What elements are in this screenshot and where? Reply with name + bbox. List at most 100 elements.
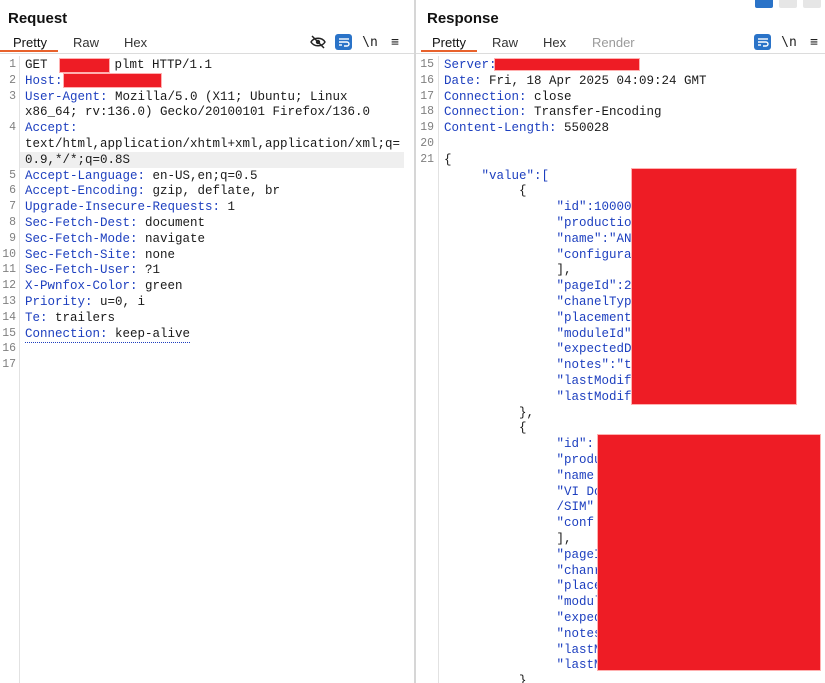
code-text: "place <box>444 578 602 594</box>
tab-hex[interactable]: Hex <box>543 35 566 50</box>
newline-toggle[interactable]: \n <box>361 33 379 51</box>
header-value: "id": <box>444 437 595 452</box>
layout-single-icon[interactable] <box>803 0 821 8</box>
line-number: 11 <box>2 263 16 277</box>
header-value: } <box>444 674 527 683</box>
header-value: none <box>137 247 176 262</box>
code-text: }, <box>444 405 534 421</box>
header-value: 550028 <box>556 121 610 136</box>
hide-eye-icon[interactable] <box>309 33 327 51</box>
header-name: Sec-Fetch-Mode: <box>25 231 138 246</box>
code-text: "conf <box>444 515 595 531</box>
line-number: 18 <box>420 105 434 119</box>
code-line: 3 User-Agent: Mozilla/5.0 (X11; Ubuntu; L… <box>0 89 414 105</box>
header-value: 0.9,*/*;q=0.8S <box>25 152 131 167</box>
line-number: 7 <box>9 200 16 214</box>
code-text: text/html,application/xhtml+xml,applicat… <box>25 136 400 152</box>
code-text: X-Pwnfox-Color: green <box>25 278 183 294</box>
response-title: Response <box>427 10 499 27</box>
code-text: "configura <box>444 247 632 263</box>
header-name: Connection: <box>444 89 527 104</box>
code-line: 8 Sec-Fetch-Dest: document <box>0 215 414 231</box>
code-text: "name <box>444 468 595 484</box>
tab-pretty[interactable]: Pretty <box>432 35 466 50</box>
header-name: Accept-Encoding: <box>25 184 146 199</box>
header-name: Server: <box>444 58 497 72</box>
code-line: 0.9,*/*;q=0.8S <box>0 152 414 168</box>
code-line: 17 <box>0 357 414 373</box>
header-value: "chanr <box>444 563 602 578</box>
header-name: Date: <box>444 73 482 88</box>
line-number: 13 <box>2 295 16 308</box>
line-number: 16 <box>2 342 16 356</box>
header-value: "lastModif <box>444 389 632 404</box>
code-line: 11 Sec-Fetch-User: ?1 <box>0 262 414 278</box>
header-value: en-US,en;q=0.5 <box>145 168 258 183</box>
code-text: ], <box>444 531 572 547</box>
code-text: "moduleId" <box>444 326 632 342</box>
header-value: "id":10000 <box>444 200 632 215</box>
menu-icon[interactable]: ≡ <box>805 33 823 51</box>
menu-icon[interactable]: ≡ <box>386 33 404 51</box>
code-text: "chanr <box>444 563 602 579</box>
line-number: 6 <box>9 184 16 198</box>
header-name: Content-Length: <box>444 121 557 136</box>
header-value: "exped <box>444 611 602 625</box>
header-value: Mozilla/5.0 (X11; Ubuntu; Linux <box>107 89 348 104</box>
line-number: 21 <box>420 152 434 166</box>
request-editor[interactable]: 1 GET plmt HTTP/1.1 2 Host: 3 User-Agent: Mo… <box>0 56 414 683</box>
header-name: Connection: <box>25 326 108 341</box>
header-name: Sec-Fetch-Site: <box>25 247 138 262</box>
redaction-box <box>494 58 640 71</box>
code-text: /SIM" <box>444 499 595 515</box>
newline-toggle[interactable]: \n <box>780 33 798 51</box>
layout-stack-icon[interactable] <box>779 0 797 8</box>
code-line: 12 X-Pwnfox-Color: green <box>0 278 414 294</box>
header-value: "modul <box>444 595 602 610</box>
header-value: u=0, i <box>92 295 146 309</box>
code-text: { <box>444 183 527 199</box>
line-number: 8 <box>9 216 16 229</box>
request-pane: Request Pretty Raw Hex \n ≡ 1 GET plmt HT… <box>0 0 414 683</box>
header-value: gzip, deflate, br <box>145 184 281 199</box>
line-number: 12 <box>2 279 16 293</box>
wrap-lines-icon[interactable] <box>335 34 352 50</box>
header-value: "configura <box>444 247 632 262</box>
header-value: ], <box>444 532 572 546</box>
code-line: 14 Te: trailers <box>0 310 414 326</box>
code-text: "VI Do <box>444 484 602 500</box>
code-line: 20 <box>416 136 825 152</box>
wrap-lines-icon[interactable] <box>754 34 771 50</box>
tab-render[interactable]: Render <box>592 35 635 50</box>
code-text: x86_64; rv:136.0) Gecko/20100101 Firefox… <box>25 104 370 120</box>
code-text: "productio <box>444 215 632 231</box>
line-number: 17 <box>2 358 16 372</box>
response-pane: Response Pretty Raw Hex Render \n ≡ 15 Se… <box>416 0 825 683</box>
code-line: 17 Connection: close <box>416 89 825 105</box>
code-line: 5 Accept-Language: en-US,en;q=0.5 <box>0 168 414 184</box>
header-name: Accept: <box>25 121 78 136</box>
code-text: Priority: u=0, i <box>25 294 145 310</box>
header-value: { <box>444 421 527 436</box>
code-text: { <box>444 152 452 168</box>
header-value: "expectedD <box>444 342 632 357</box>
header-name: Te: <box>25 310 48 325</box>
code-text: Te: trailers <box>25 310 115 326</box>
line-number: 15 <box>2 326 16 340</box>
header-value: close <box>526 89 572 104</box>
header-value: "chanelTyp <box>444 295 632 309</box>
code-text: "chanelTyp <box>444 294 632 310</box>
code-text: "placement <box>444 310 632 326</box>
tab-raw[interactable]: Raw <box>492 35 518 50</box>
layout-split-icon[interactable] <box>755 0 773 8</box>
tab-hex[interactable]: Hex <box>124 35 147 50</box>
line-number: 17 <box>420 89 434 103</box>
code-text: Sec-Fetch-Mode: navigate <box>25 231 205 247</box>
tab-raw[interactable]: Raw <box>73 35 99 50</box>
header-name: Connection: <box>444 105 527 120</box>
code-text: GET plmt HTTP/1.1 <box>25 57 212 73</box>
tab-pretty[interactable]: Pretty <box>13 35 47 50</box>
header-value: "lastM <box>444 658 602 673</box>
code-text: "notes":"t <box>444 357 632 373</box>
response-editor[interactable]: 15 Server: 16 Date: Fri, 18 Apr 2025 04:09… <box>416 56 825 683</box>
